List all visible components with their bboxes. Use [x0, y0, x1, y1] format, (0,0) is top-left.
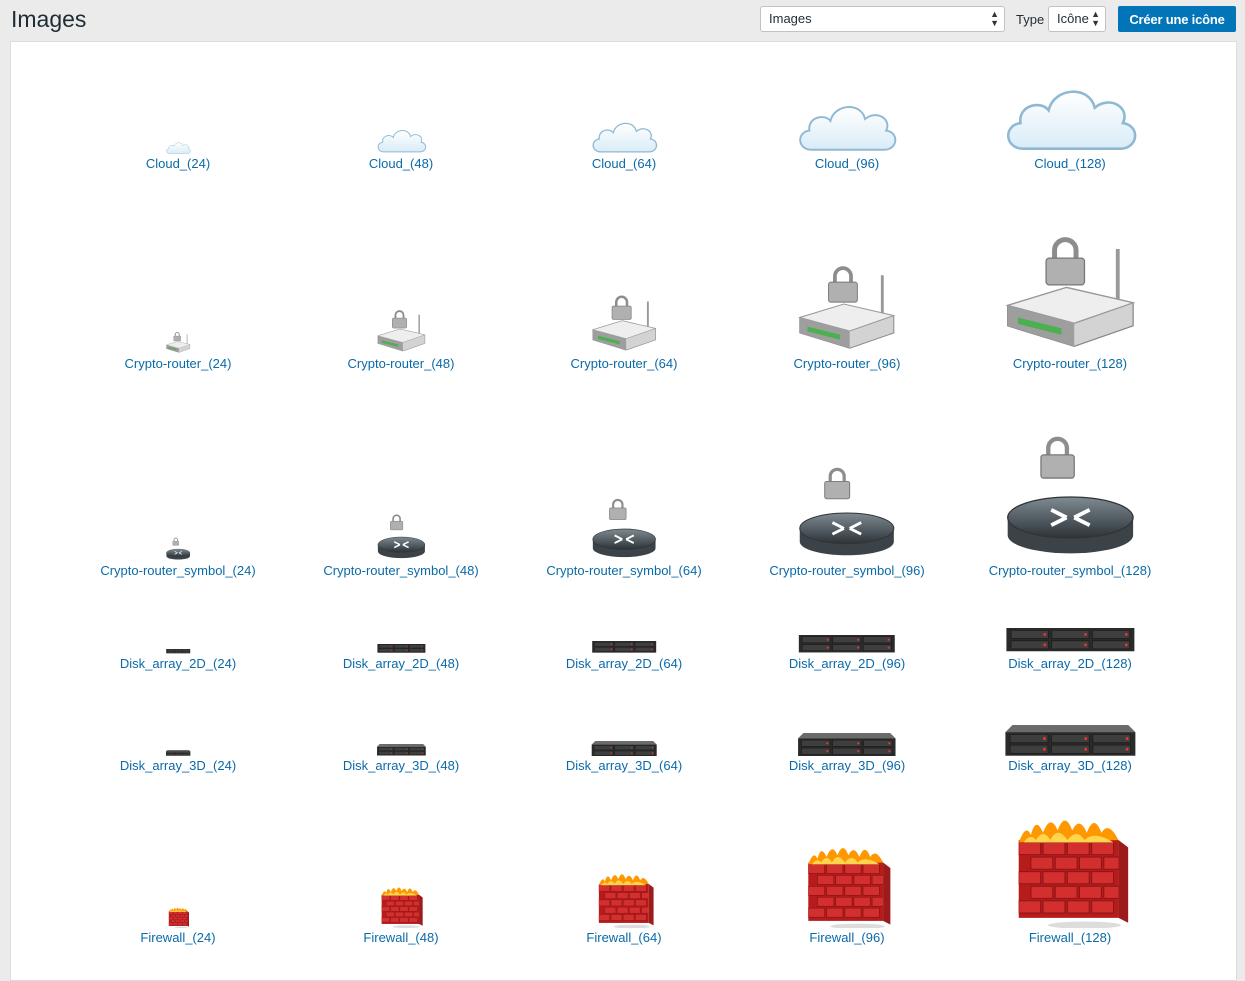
image-item-label[interactable]: Firewall_(96)	[736, 930, 958, 945]
firewall-icon[interactable]	[959, 42, 1181, 928]
create-icon-button[interactable]: Créer une icône	[1118, 6, 1236, 32]
page-title: Images	[11, 6, 87, 32]
firewall-icon[interactable]	[67, 42, 289, 928]
image-view-select-value: Images	[769, 11, 812, 26]
select-arrows-icon: ▲ ▼	[1091, 9, 1100, 28]
image-view-select[interactable]: Images ▲ ▼	[760, 6, 1005, 32]
image-grid: Cloud_(24) Cloud_(48) Cloud_(64) Cloud_(…	[10, 41, 1237, 981]
type-select-value: Icône	[1057, 11, 1089, 26]
type-label: Type	[1016, 12, 1045, 27]
firewall-icon[interactable]	[513, 42, 735, 928]
select-arrows-icon: ▲ ▼	[990, 9, 999, 28]
firewall-icon[interactable]	[736, 42, 958, 928]
firewall-icon[interactable]	[290, 42, 512, 928]
page-header: Images Images ▲ ▼ Type Icône ▲ ▼ Créer une…	[0, 0, 1245, 42]
image-item-label[interactable]: Firewall_(128)	[959, 930, 1181, 945]
type-select[interactable]: Icône ▲ ▼	[1048, 6, 1106, 32]
image-item-label[interactable]: Firewall_(48)	[290, 930, 512, 945]
image-item-label[interactable]: Firewall_(24)	[67, 930, 289, 945]
image-item-label[interactable]: Firewall_(64)	[513, 930, 735, 945]
